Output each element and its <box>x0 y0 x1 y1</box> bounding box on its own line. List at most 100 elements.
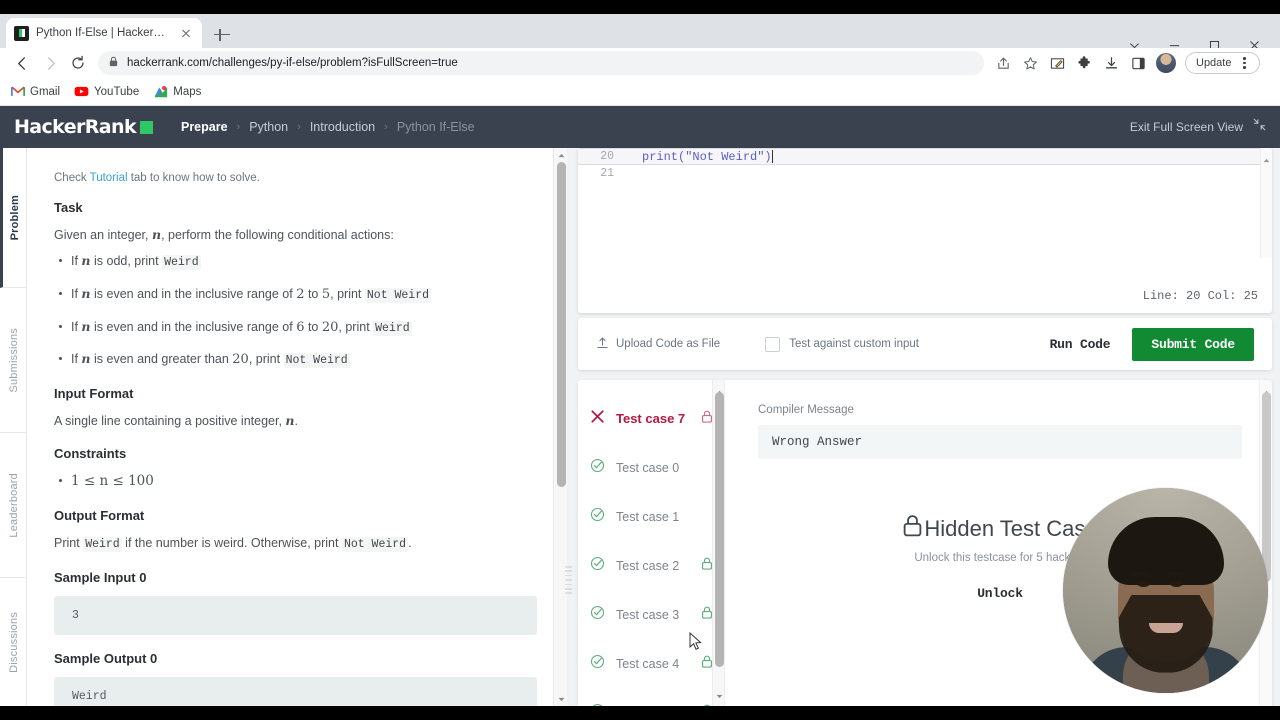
test-case-label: Test case 1 <box>616 509 680 524</box>
breadcrumb-introduction[interactable]: Introduction <box>310 120 375 134</box>
pass-icon <box>590 507 605 527</box>
sidebar-item-submissions[interactable]: Submissions <box>0 288 27 433</box>
tutorial-note-prefix: Check <box>54 172 90 184</box>
test-case-label: Test case 7 <box>616 411 686 426</box>
hackerrank-logo[interactable]: HackerRank <box>14 116 153 138</box>
number: 20 <box>321 319 339 335</box>
editor-scrollbar[interactable] <box>1260 148 1272 258</box>
youtube-icon <box>74 84 89 99</box>
sample-input-box: 3 <box>54 595 537 635</box>
window-bottom-strip <box>0 706 1280 720</box>
address-bar[interactable]: hackerrank.com/challenges/py-if-else/pro… <box>98 51 984 75</box>
bookmark-gmail[interactable]: Gmail <box>10 84 60 99</box>
bookmark-maps[interactable]: Maps <box>153 84 201 99</box>
inline-code: Weird <box>83 537 122 553</box>
test-case-item[interactable]: Test case 5 <box>578 688 725 706</box>
extensions-puzzle-icon[interactable] <box>1071 50 1097 76</box>
code-line[interactable]: 20 print("Not Weird") <box>578 148 1272 165</box>
list-item: If n is even and in the inclusive range … <box>54 285 537 305</box>
browser-menu-icon[interactable] <box>1237 55 1251 71</box>
tutorial-note-suffix: tab to know how to solve. <box>127 172 260 184</box>
bookmark-star-icon[interactable] <box>1017 50 1043 76</box>
tutorial-link[interactable]: Tutorial <box>90 172 128 184</box>
submit-code-button[interactable]: Submit Code <box>1132 327 1254 361</box>
bookmark-youtube[interactable]: YouTube <box>74 84 139 99</box>
scroll-up-icon[interactable] <box>554 148 567 162</box>
breadcrumb: Prepare › Python › Introduction › Python… <box>181 120 475 134</box>
problem-scrollbar-thumb[interactable] <box>556 162 566 487</box>
bullet-text: , print <box>248 352 284 367</box>
tutorial-note: Check Tutorial tab to know how to solve. <box>54 172 537 184</box>
problem-scrollbar[interactable] <box>553 148 567 706</box>
output-format-a: Print <box>54 536 84 551</box>
webcam-person-mouth <box>1148 623 1183 634</box>
test-case-item[interactable]: Test case 7 <box>578 394 725 443</box>
test-case-item[interactable]: Test case 2 <box>578 541 725 590</box>
update-button-label: Update <box>1196 57 1232 69</box>
exit-fullscreen-icon[interactable] <box>1253 118 1266 136</box>
sidebar-item-discussions[interactable]: Discussions <box>0 578 27 706</box>
address-bar-url: hackerrank.com/challenges/py-if-else/pro… <box>127 57 458 69</box>
logo-text: HackerRank <box>14 116 137 138</box>
test-case-item[interactable]: Test case 0 <box>578 443 725 492</box>
back-icon[interactable] <box>8 49 36 77</box>
downloads-icon[interactable] <box>1098 50 1124 76</box>
task-bullet-list: If n is odd, print Weird If n is even an… <box>54 252 537 370</box>
cursor-position-status: Line: 20 Col: 25 <box>1142 289 1258 303</box>
scroll-down-icon[interactable] <box>716 686 723 704</box>
forward-icon[interactable] <box>36 49 64 77</box>
bullet-text: is even and in the inclusive range of <box>90 319 297 334</box>
edit-extension-icon[interactable] <box>1044 50 1070 76</box>
test-case-item[interactable]: Test case 1 <box>578 492 725 541</box>
problem-content: Check Tutorial tab to know how to solve.… <box>27 148 567 706</box>
constraints-heading: Constraints <box>54 446 127 462</box>
close-icon[interactable] <box>178 25 194 41</box>
list-item: 1 ≤ n ≤ 100 <box>54 472 537 492</box>
code-editor[interactable]: 20 print("Not Weird") 21 <box>578 148 1272 258</box>
sidebar-item-leaderboard[interactable]: Leaderboard <box>0 433 27 578</box>
bullet-text: to <box>304 319 322 334</box>
profile-avatar[interactable] <box>1156 53 1176 73</box>
bullet-text: If <box>71 319 82 334</box>
input-format-a: A single line containing a positive inte… <box>54 414 286 429</box>
fail-icon <box>590 409 605 429</box>
toolbar-actions: Update <box>990 50 1261 76</box>
bookmarks-bar: Gmail YouTube Maps <box>0 78 1280 106</box>
test-case-item[interactable]: Test case 3 <box>578 590 725 639</box>
update-button[interactable]: Update <box>1185 52 1261 74</box>
share-icon[interactable] <box>990 50 1016 76</box>
output-format-c: . <box>408 536 412 551</box>
webcam-overlay[interactable] <box>1063 488 1268 693</box>
run-code-button[interactable]: Run Code <box>1050 337 1111 352</box>
sidebar-item-problem[interactable]: Problem <box>0 148 27 288</box>
scroll-down-icon[interactable] <box>554 692 567 706</box>
custom-input-checkbox[interactable] <box>765 336 781 352</box>
breadcrumb-prepare[interactable]: Prepare <box>181 120 228 134</box>
breadcrumb-python[interactable]: Python <box>249 120 288 134</box>
line-number: 20 <box>600 150 614 163</box>
breadcrumb-separator: › <box>384 121 388 133</box>
custom-input-label: Test against custom input <box>789 338 919 350</box>
bullet-text: is even and greater than <box>90 352 233 367</box>
test-case-scrollbar-thumb[interactable] <box>715 392 724 667</box>
hackerrank-favicon-icon <box>14 25 29 41</box>
test-case-item[interactable]: Test case 4 <box>578 639 725 688</box>
reload-icon[interactable] <box>64 49 92 77</box>
new-tab-button[interactable] <box>212 24 232 44</box>
logo-square-icon <box>139 120 153 134</box>
browser-tab[interactable]: Python If-Else | HackerRank <box>6 18 202 48</box>
panel-resize-handle[interactable] <box>565 566 572 594</box>
list-item: If n is odd, print Weird <box>54 252 537 272</box>
upload-code-button[interactable]: Upload Code as File <box>596 336 720 352</box>
custom-input-toggle[interactable]: Test against custom input <box>765 336 919 352</box>
exit-fullscreen-label[interactable]: Exit Full Screen View <box>1130 120 1243 134</box>
breadcrumb-separator: › <box>297 121 301 133</box>
output-format-b: if the number is weird. Otherwise, print <box>121 536 342 551</box>
code-line[interactable]: 21 <box>578 165 1272 182</box>
scroll-up-icon[interactable] <box>1263 150 1270 168</box>
sample-output-heading: Sample Output 0 <box>54 650 158 666</box>
side-panel-icon[interactable] <box>1125 50 1151 76</box>
task-intro-a: Given an integer, <box>54 228 152 242</box>
constraints-list: 1 ≤ n ≤ 100 <box>54 472 537 492</box>
pass-icon <box>590 654 605 674</box>
